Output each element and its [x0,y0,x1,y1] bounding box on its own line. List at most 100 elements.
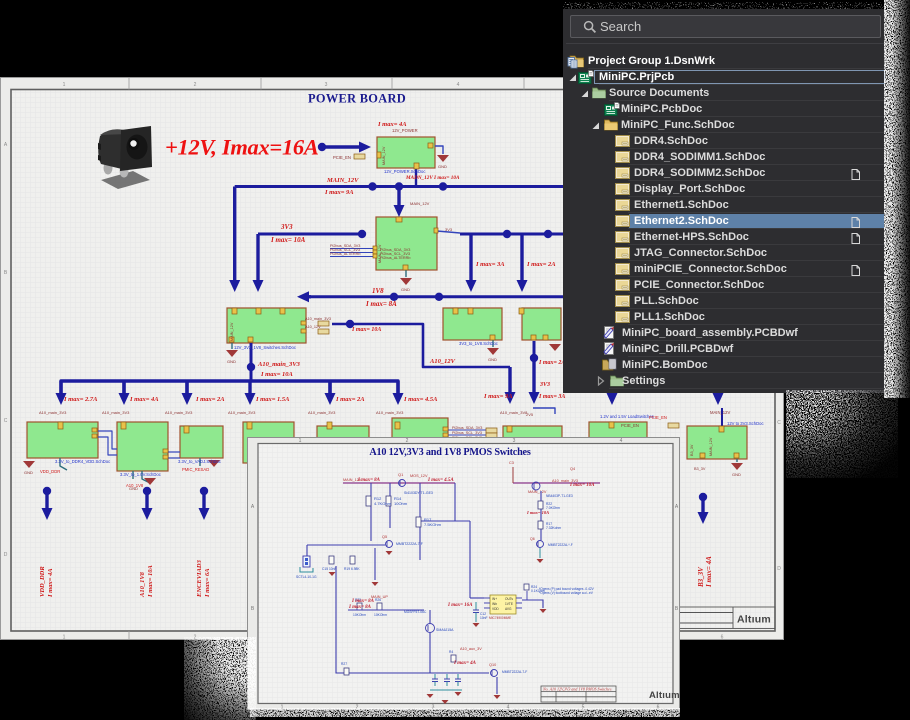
svg-text:3: 3 [513,438,516,444]
svg-text:INb: INb [492,602,497,606]
svg-text:Q5: Q5 [382,535,387,539]
svg-text:I max= 4A: I max= 4A [47,568,54,598]
svg-text:I max= 4A: I max= 4A [705,556,713,588]
svg-text:C15 10nF: C15 10nF [322,567,336,571]
svg-text:Pi2bus_ALTERRb: Pi2bus_ALTERRb [380,256,411,260]
svg-text:MMBT2222A-7-F: MMBT2222A-7-F [396,542,423,546]
svg-text:10KOhm: 10KOhm [353,613,366,617]
svg-text:MMBT2222A-7-F: MMBT2222A-7-F [502,670,527,674]
svg-text:12V_POWER.SchDoc: 12V_POWER.SchDoc [384,169,425,174]
svg-text:MOS_12V: MOS_12V [410,474,428,478]
svg-text:3.3V_to_1.0V.SchDoc: 3.3V_to_1.0V.SchDoc [120,472,161,477]
svg-text:Pi2bus_SCL_3V3: Pi2bus_SCL_3V3 [452,431,482,435]
svg-text:1V8: 1V8 [372,287,384,295]
svg-text:MAIN_12V: MAIN_12V [382,146,386,165]
svg-text:I max= 10A: I max= 10A [433,175,460,181]
svg-text:MAIN_12V: MAIN_12V [528,490,547,494]
svg-text:PCIE_EN: PCIE_EN [333,155,351,160]
svg-text:MAIN_12V: MAIN_12V [410,201,430,206]
svg-text:B3_3V: B3_3V [694,467,706,471]
svg-text:1: 1 [63,82,66,88]
svg-text:D: D [4,552,8,558]
svg-text:Si4103DY-T1-GE3: Si4103DY-T1-GE3 [404,491,433,495]
svg-text:2: 2 [406,438,409,444]
svg-text:MAIN_12V: MAIN_12V [709,437,713,456]
svg-text:C: C [777,420,781,426]
svg-text:IN+: IN+ [492,597,497,601]
svg-text:A10_12V: A10_12V [429,358,456,365]
svg-text:A10 12V,3V3 and 1V8 PMOS Switc: A10 12V,3V3 and 1V8 PMOS Switches [369,447,531,458]
svg-text:POWER BOARD: POWER BOARD [308,92,406,106]
svg-text:I max= 10A: I max= 10A [260,371,294,378]
svg-text:MAIN_12V: MAIN_12V [710,410,730,415]
svg-text:A10_main_3V3: A10_main_3V3 [376,410,404,415]
svg-text:I max= 2A: I max= 2A [195,396,225,403]
svg-text:1VTE: 1VTE [505,602,513,606]
svg-text:I max= 8A: I max= 8A [348,605,372,610]
svg-text:3V3: 3V3 [445,227,453,232]
svg-text:10nF: 10nF [480,616,488,620]
svg-text:GND: GND [129,486,138,491]
svg-text:3V3_to_1V8.SchDoc: 3V3_to_1V8.SchDoc [459,341,498,346]
svg-text:Q10: Q10 [489,663,496,667]
svg-text:MAIN_12V: MAIN_12V [326,177,359,184]
svg-text:A10_main_3V3: A10_main_3V3 [228,410,256,415]
svg-text:SCTL4-10-1G: SCTL4-10-1G [296,575,317,579]
svg-text:MAIN_12V: MAIN_12V [378,244,382,263]
svg-text:ENCEVIAD3: ENCEVIAD3 [196,559,203,598]
svg-text:4.7KOhm: 4.7KOhm [374,501,392,506]
svg-text:Q4: Q4 [570,467,575,471]
svg-text:D: D [777,566,781,572]
svg-text:I max= 9A: I max= 9A [324,189,354,196]
svg-text:6: 6 [721,635,724,641]
svg-text:I max= 10A: I max= 10A [569,483,595,488]
svg-text:VDD_DDR: VDD_DDR [40,469,60,474]
svg-text:MMBT2222A-*-F: MMBT2222A-*-F [548,543,573,547]
svg-text:7.5KOhm: 7.5KOhm [424,522,442,527]
svg-text:MGSFF5T-06C: MGSFF5T-06C [404,610,427,614]
svg-text:12V_POWER: 12V_POWER [392,128,418,133]
svg-text:*Opens (V) footbound voltage a: *Opens (V) footbound voltage a.c/-.eV [539,591,594,595]
svg-text:2: 2 [194,82,197,88]
svg-text:I max= 2A: I max= 2A [538,360,565,366]
svg-text:2V5: 2V5 [526,412,534,417]
svg-text:Pi2bus_ALTERRb: Pi2bus_ALTERRb [330,252,361,256]
svg-text:PCIE_EN: PCIE_EN [621,423,639,428]
svg-text:12V_3V3_1V8_Switches.SchDoc: 12V_3V3_1V8_Switches.SchDoc [234,345,296,350]
svg-text:3.3V_to_VADJ.SchDoc: 3.3V_to_VADJ.SchDoc [178,459,221,464]
svg-text:OUTs: OUTs [505,597,513,601]
svg-text:Altıum: Altıum [737,614,771,626]
svg-text:Pi2bus_SDA_3V3: Pi2bus_SDA_3V3 [452,426,482,430]
svg-text:I max= 10A: I max= 10A [270,236,306,244]
svg-text:I max= 3A: I max= 3A [538,394,565,400]
svg-text:I max= 2A: I max= 2A [526,261,556,268]
svg-text:I max= 8A: I max= 8A [351,599,375,604]
svg-text:GND: GND [401,287,410,292]
svg-text:4: 4 [457,82,460,88]
svg-text:I max= 6A: I max= 6A [204,568,211,598]
svg-text:Altıum: Altıum [649,690,680,701]
svg-text:NB4403P-T1-GE3: NB4403P-T1-GE3 [546,494,573,498]
svg-text:4: 4 [620,438,623,444]
svg-text:10KOhm: 10KOhm [374,613,387,617]
svg-text:A10_1V8: A10_1V8 [139,571,146,598]
svg-text:I max= 8A: I max= 8A [365,300,397,308]
svg-text:I max= 4.5A: I max= 4.5A [403,396,438,403]
svg-text:3.3V_to_DDR4_VDD.SchDoc: 3.3V_to_DDR4_VDD.SchDoc [55,459,110,464]
svg-text:I max= 3A: I max= 3A [475,261,505,268]
svg-text:I max= 4.5A: I max= 4.5A [427,478,454,483]
svg-text:R4: R4 [449,650,453,654]
svg-text:I max= 2.7A: I max= 2.7A [63,396,98,403]
svg-text:3: 3 [325,82,328,88]
svg-text:I max= 4A: I max= 4A [377,121,407,128]
svg-text:I max= 16A: I max= 16A [447,603,473,608]
svg-text:+12V, Imax=16A: +12V, Imax=16A [165,135,319,160]
svg-text:1: 1 [299,438,302,444]
svg-text:GND: GND [438,164,447,169]
svg-text:3V3: 3V3 [280,223,293,231]
svg-text:3V3: 3V3 [539,382,550,388]
svg-text:R19 6.98K: R19 6.98K [344,567,360,571]
svg-text:GND: GND [24,470,33,475]
svg-text:I max= 9A: I max= 9A [483,393,513,400]
svg-text:MIC74900MME: MIC74900MME [489,616,511,620]
